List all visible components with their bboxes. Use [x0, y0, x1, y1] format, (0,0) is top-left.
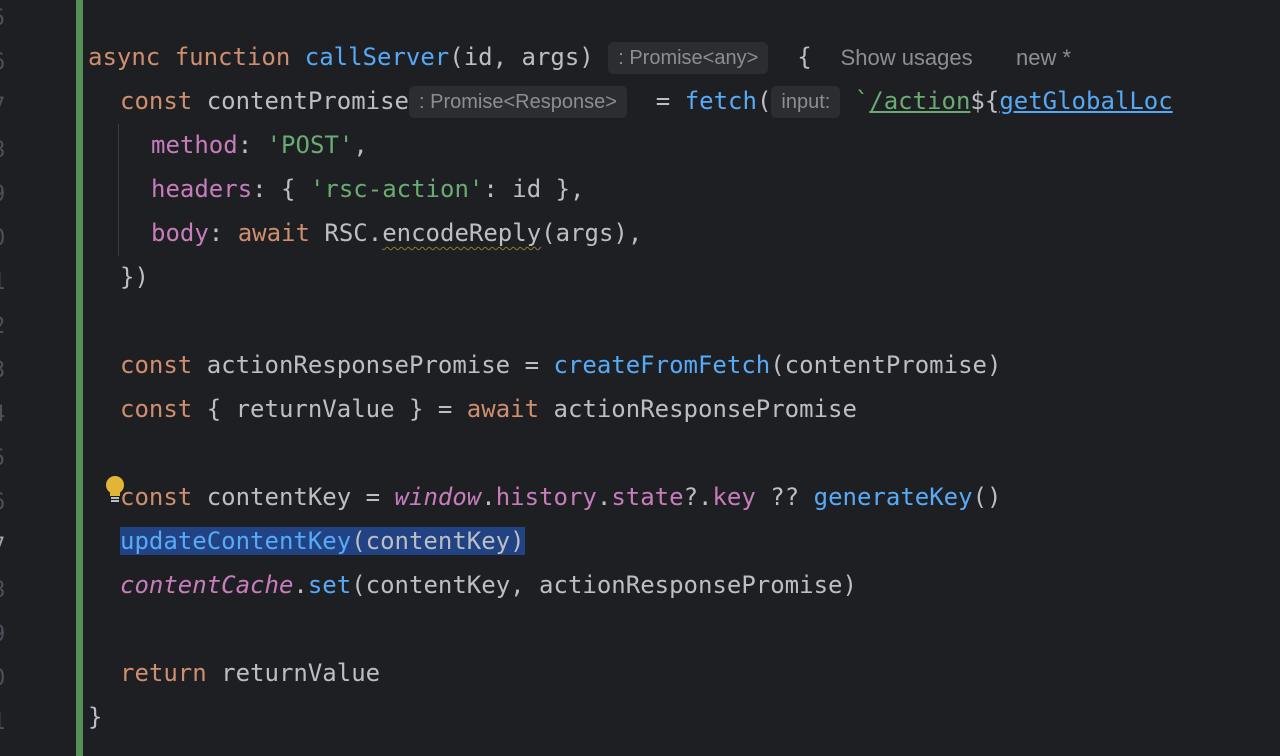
url-path-link[interactable]: /action	[869, 87, 970, 115]
template-tick: `	[854, 87, 870, 115]
property: history	[495, 483, 597, 511]
line-number: 5	[0, 0, 12, 41]
operator: ?.	[683, 483, 713, 511]
line-number: 5	[0, 437, 12, 481]
global-object: window	[394, 483, 482, 511]
code-text: ()	[972, 483, 1002, 511]
line-number: 4	[0, 393, 12, 437]
string: 'rsc-action'	[309, 175, 484, 203]
code-text: })	[120, 263, 149, 291]
code-line: }	[88, 695, 102, 739]
punctuation: .	[596, 483, 612, 511]
code-editor[interactable]: 5 6 7 8 9 0 1 2 3 4 5 6 7 8 9 0 1 async …	[0, 0, 1280, 756]
brace: {	[797, 43, 812, 71]
keyword: await	[466, 395, 540, 423]
property-key: method	[151, 131, 238, 159]
code-text: actionResponsePromise =	[192, 351, 554, 379]
code-text: returnValue	[206, 659, 381, 687]
type-inlay-hint[interactable]: : Promise<any>	[608, 42, 769, 74]
function-call: createFromFetch	[553, 351, 771, 379]
function-call: generateKey	[813, 483, 973, 511]
code-text: (args),	[541, 219, 643, 247]
method-call-warning[interactable]: encodeReply	[382, 219, 541, 247]
text-selection[interactable]: updateContentKey(contentKey)	[120, 527, 525, 555]
line-number: 6	[0, 41, 12, 85]
parameters: (id, args)	[449, 43, 594, 71]
code-line: const contentPromise: Promise<Response> …	[120, 79, 1173, 123]
function-link[interactable]: getGlobalLoc	[999, 87, 1172, 115]
property-key: headers	[151, 175, 253, 203]
show-usages-link[interactable]: Show usages	[841, 45, 973, 70]
line-number: 0	[0, 657, 12, 701]
keyword: const	[120, 351, 193, 379]
operator: =	[655, 87, 685, 115]
line-number: 2	[0, 305, 12, 349]
operator: ??	[755, 483, 814, 511]
property: key	[712, 483, 756, 511]
line-number: 7	[0, 85, 12, 129]
code-line: body: await RSC.encodeReply(args),	[151, 211, 642, 255]
parameter-inlay-hint[interactable]: input:	[771, 86, 841, 118]
template-interp: ${	[970, 87, 1000, 115]
code-line: const { returnValue } = await actionResp…	[120, 387, 857, 431]
code-text: { returnValue } =	[192, 395, 467, 423]
string: 'POST'	[266, 131, 354, 159]
function-call: set	[307, 571, 352, 599]
code-text: (contentKey)	[351, 527, 525, 555]
line-number: 0	[0, 217, 12, 261]
line-number: 9	[0, 613, 12, 657]
keyword: await	[237, 219, 310, 247]
line-number-current: 7	[0, 525, 12, 569]
punctuation: ,	[353, 131, 368, 159]
property: state	[611, 483, 684, 511]
line-number: 8	[0, 569, 12, 613]
function-call: fetch	[684, 87, 757, 115]
code-line: method: 'POST',	[151, 123, 368, 167]
punctuation: :	[208, 219, 238, 247]
line-number: 1	[0, 701, 12, 745]
code-text: contentKey =	[192, 483, 395, 511]
punctuation: .	[293, 571, 308, 599]
vcs-author-hint[interactable]: new *	[1016, 45, 1071, 70]
punctuation: : {	[252, 175, 310, 203]
line-number: 8	[0, 129, 12, 173]
line-number: 9	[0, 173, 12, 217]
type-inlay-hint[interactable]: : Promise<Response>	[409, 86, 627, 118]
code-line: headers: { 'rsc-action': id },	[151, 167, 585, 211]
line-number: 3	[0, 349, 12, 393]
line-number-gutter[interactable]: 5 6 7 8 9 0 1 2 3 4 5 6 7 8 9 0 1	[0, 0, 76, 756]
function-name[interactable]: callServer	[305, 43, 450, 71]
punctuation: :	[237, 131, 267, 159]
property-key: body	[151, 219, 209, 247]
code-line: async function callServer(id, args) : Pr…	[88, 35, 1071, 79]
code-text: actionResponsePromise	[539, 395, 857, 423]
paren: (	[756, 87, 772, 115]
keyword: function	[174, 43, 291, 71]
code-line: const actionResponsePromise = createFrom…	[120, 343, 1001, 387]
code-text: (contentPromise)	[770, 351, 1002, 379]
keyword: return	[120, 659, 207, 687]
code-line-current: updateContentKey(contentKey)	[120, 519, 525, 563]
line-number: 1	[0, 261, 12, 305]
code-line: contentCache.set(contentKey, actionRespo…	[120, 563, 857, 607]
code-text: }	[88, 703, 103, 731]
code-line: const contentKey = window.history.state?…	[120, 475, 1001, 519]
code-text: (contentKey, actionResponsePromise)	[351, 571, 857, 599]
function-call: updateContentKey	[120, 527, 352, 555]
code-line: })	[120, 255, 149, 299]
keyword: const	[120, 395, 193, 423]
code-line: return returnValue	[120, 651, 380, 695]
keyword: const	[120, 483, 193, 511]
code-text: : id },	[483, 175, 585, 203]
punctuation: .	[481, 483, 496, 511]
variable: contentPromise	[206, 87, 409, 115]
vcs-change-marker[interactable]	[76, 0, 83, 756]
keyword: const	[120, 87, 193, 115]
global-object: contentCache	[120, 571, 294, 599]
code-text: RSC.	[309, 219, 383, 247]
keyword: async	[88, 43, 161, 71]
line-number: 6	[0, 481, 12, 525]
code-area[interactable]: async function callServer(id, args) : Pr…	[88, 0, 1280, 756]
